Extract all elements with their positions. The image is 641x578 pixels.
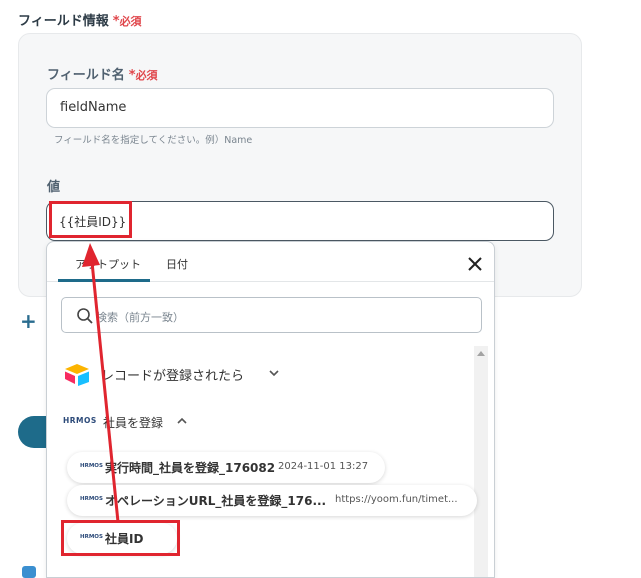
section-title: フィールド情報 *必須 <box>18 10 142 29</box>
value-label: 値 <box>47 180 61 195</box>
required-star: * <box>112 14 120 29</box>
group2-label[interactable]: 社員を登録 <box>103 414 163 431</box>
chevron-down-icon[interactable] <box>269 368 279 378</box>
output-item[interactable]: HRMOS オペレーションURL_社員を登録_176... https://yo… <box>67 485 477 516</box>
hrmos-logo: HRMOS <box>80 463 103 469</box>
hrmos-logo: HRMOS <box>63 416 97 425</box>
highlight-box-employee-id <box>61 520 180 556</box>
tab-date[interactable]: 日付 <box>166 256 188 272</box>
hrmos-logo: HRMOS <box>80 496 103 502</box>
field-name-hint: フィールド名を指定してください。例）Name <box>54 135 253 146</box>
section-title-text: フィールド情報 <box>18 14 109 29</box>
group1-label: レコードが登録されたら <box>101 369 245 384</box>
scrollbar[interactable] <box>474 346 488 577</box>
field-name-required-badge: *必須 <box>128 68 158 83</box>
add-icon[interactable]: + <box>20 309 37 333</box>
required-badge: *必須 <box>112 14 142 29</box>
group-record-registered[interactable]: レコードが登録されたら <box>63 360 279 386</box>
search-input[interactable]: 検索（前方一致） <box>61 297 482 333</box>
close-icon[interactable] <box>465 254 485 274</box>
output-item[interactable]: HRMOS 実行時間_社員を登録_176082 2024-11-01 13:27 <box>67 452 385 483</box>
airtable-icon <box>65 364 89 386</box>
search-placeholder: 検索（前方一致） <box>96 311 184 324</box>
highlight-box-token <box>49 201 132 238</box>
scroll-up-icon[interactable] <box>477 351 485 356</box>
output-item-label: オペレーションURL_社員を登録_176... <box>105 494 327 508</box>
output-item-value: 2024-11-01 13:27 <box>278 461 369 472</box>
tab-output[interactable]: アウトプット <box>75 256 141 272</box>
output-item-value: https://yoom.fun/timet... <box>335 494 458 505</box>
field-name-input[interactable]: fieldName <box>46 88 554 128</box>
field-name-required-label: 必須 <box>135 69 158 82</box>
app-icon <box>22 566 36 578</box>
field-name-label-text: フィールド名 <box>47 68 125 83</box>
chevron-up-icon[interactable] <box>177 416 187 426</box>
field-name-label: フィールド名 *必須 <box>47 64 158 83</box>
popup-tabs: アウトプット 日付 <box>47 242 494 282</box>
required-label: 必須 <box>119 15 142 28</box>
output-item-label: 実行時間_社員を登録_176082 <box>105 461 276 475</box>
search-icon <box>77 308 93 324</box>
field-name-required-star: * <box>128 68 136 83</box>
active-tab-indicator <box>58 279 150 282</box>
